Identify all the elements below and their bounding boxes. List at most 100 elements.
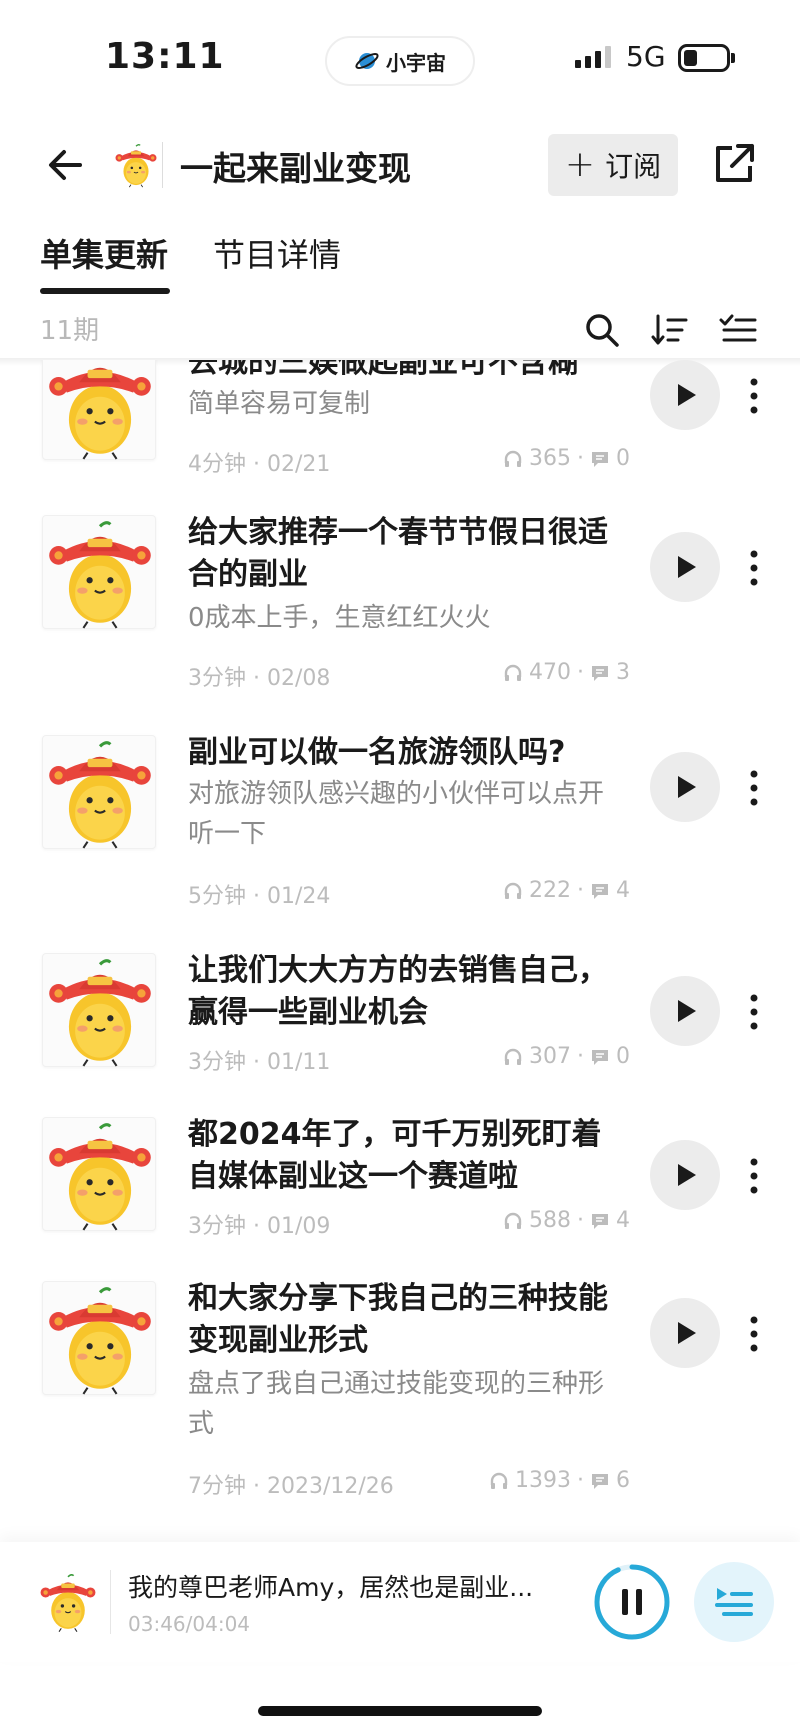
meta-separator: · [577,1044,584,1069]
subscribe-label: 订阅 [605,150,662,183]
home-indicator [258,1706,542,1716]
more-options-icon[interactable] [746,1156,762,1196]
share-icon[interactable] [712,142,756,186]
episode-cover [42,953,156,1067]
episode-item[interactable]: 副业可以做一名旅游领队吗? 对旅游领队感兴趣的小伙伴可以点开听一下 5分钟 · … [0,730,800,948]
multi-select-icon[interactable] [718,310,758,350]
meta-separator: · [577,1468,584,1493]
now-playing-title: 我的尊巴老师Amy，居然也是副业... [128,1573,534,1602]
headphones-icon [504,882,522,899]
search-icon[interactable] [582,310,622,350]
comment-icon [592,665,608,681]
episode-duration-date: 7分钟 · 2023/12/26 [188,1474,394,1499]
episode-item[interactable]: 去城的三娱做起副业可不含糊 简单容易可复制 4分钟 · 02/21 365 · … [0,360,800,510]
status-time: 13:11 [105,36,225,77]
episode-title: 副业可以做一名旅游领队吗? [188,735,566,770]
play-count: 307 [529,1044,571,1069]
episode-count: 11期 [40,316,100,346]
play-icon [678,384,696,406]
play-button[interactable] [650,1140,720,1210]
tab-bar: 单集更新 节目详情 [0,220,800,300]
episode-title: 让我们大大方方的去销售自己，赢得一些副业机会 [188,953,608,1030]
comment-count: 0 [616,1044,630,1069]
comment-count: 3 [616,660,630,685]
episode-item[interactable]: 都2024年了，可千万别死盯着自媒体副业这一个赛道啦 3分钟 · 01/09 5… [0,1112,800,1276]
comment-icon [592,1473,608,1489]
tab-episodes[interactable]: 单集更新 [40,230,168,276]
more-options-icon[interactable] [746,376,762,416]
more-options-icon[interactable] [746,992,762,1032]
headphones-icon [490,1472,508,1489]
episode-item[interactable]: 给大家推荐一个春节节假日很适合的副业 0成本上手，生意红红火火 3分钟 · 02… [0,510,800,730]
app-pill: 小宇宙 [325,36,475,86]
episode-description: 对旅游领队感兴趣的小伙伴可以点开听一下 [188,779,605,849]
episode-cover [42,360,156,460]
play-icon [678,1000,696,1022]
headphones-icon [504,1048,522,1065]
meta-separator: · [577,446,584,471]
pause-button[interactable] [592,1562,672,1642]
comment-count: 4 [616,1208,630,1233]
more-options-icon[interactable] [746,1314,762,1354]
play-icon [678,1164,696,1186]
play-count: 588 [529,1208,571,1233]
play-count: 365 [529,446,571,471]
episode-title: 都2024年了，可千万别死盯着自媒体副业这一个赛道啦 [188,1117,602,1194]
play-icon [678,776,696,798]
play-count: 1393 [515,1468,571,1493]
play-button[interactable] [650,1298,720,1368]
episode-cover [42,515,156,629]
play-button[interactable] [650,532,720,602]
header-divider [162,142,163,188]
tab-details[interactable]: 节目详情 [213,230,341,276]
meta-separator: · [577,878,584,903]
back-arrow-icon[interactable] [42,140,92,190]
episode-meta: 7分钟 · 2023/12/26 1393 · 6 [188,1468,630,1499]
episode-list: 去城的三娱做起副业可不含糊 简单容易可复制 4分钟 · 02/21 365 · … [0,360,800,1540]
playlist-button[interactable] [694,1562,774,1642]
episode-meta: 5分钟 · 01/24 222 · 4 [188,878,630,909]
episode-meta: 3分钟 · 01/09 588 · 4 [188,1208,630,1239]
more-options-icon[interactable] [746,548,762,588]
meta-separator: · [577,660,584,685]
network-label: 5G [626,40,666,73]
playback-progress-ring [594,1564,670,1640]
episode-cover [42,735,156,849]
podcast-header: 一起来副业变现 + 订阅 [0,120,800,210]
comment-count: 6 [616,1468,630,1493]
play-icon [678,556,696,578]
episode-cover [42,1117,156,1231]
battery-icon [678,44,730,72]
comment-icon [592,1213,608,1229]
list-toolbar: 11期 [0,300,800,360]
now-playing-time: 03:46/04:04 [128,1612,251,1636]
subscribe-button[interactable]: + 订阅 [548,134,678,196]
podcast-title: 一起来副业变现 [180,149,411,188]
planet-icon [355,53,379,69]
status-bar: 13:11 小宇宙 5G [0,0,800,120]
episode-item[interactable]: 让我们大大方方的去销售自己，赢得一些副业机会 3分钟 · 01/11 307 ·… [0,948,800,1112]
headphones-icon [504,1212,522,1229]
sort-icon[interactable] [650,310,690,350]
episode-item[interactable]: 和大家分享下我自己的三种技能变现副业形式 盘点了我自己通过技能变现的三种形式 7… [0,1276,800,1536]
headphones-icon [504,664,522,681]
tab-underline [40,288,170,294]
more-options-icon[interactable] [746,768,762,808]
now-playing-cover [40,1570,96,1634]
episode-description: 简单容易可复制 [188,389,371,419]
episode-duration-date: 3分钟 · 01/11 [188,1050,331,1075]
mini-player[interactable]: 我的尊巴老师Amy，居然也是副业... 03:46/04:04 [0,1542,800,1662]
episode-meta: 3分钟 · 02/08 470 · 3 [188,660,630,691]
episode-duration-date: 4分钟 · 02/21 [188,452,331,477]
play-button[interactable] [650,752,720,822]
episode-title: 给大家推荐一个春节节假日很适合的副业 [188,515,608,592]
meta-separator: · [577,1208,584,1233]
episode-duration-date: 5分钟 · 01/24 [188,884,331,909]
mini-player-divider [110,1570,111,1634]
play-count: 222 [529,878,571,903]
episode-duration-date: 3分钟 · 02/08 [188,666,331,691]
podcast-avatar [115,142,157,188]
play-button[interactable] [650,360,720,430]
playlist-icon [715,1588,753,1616]
play-button[interactable] [650,976,720,1046]
